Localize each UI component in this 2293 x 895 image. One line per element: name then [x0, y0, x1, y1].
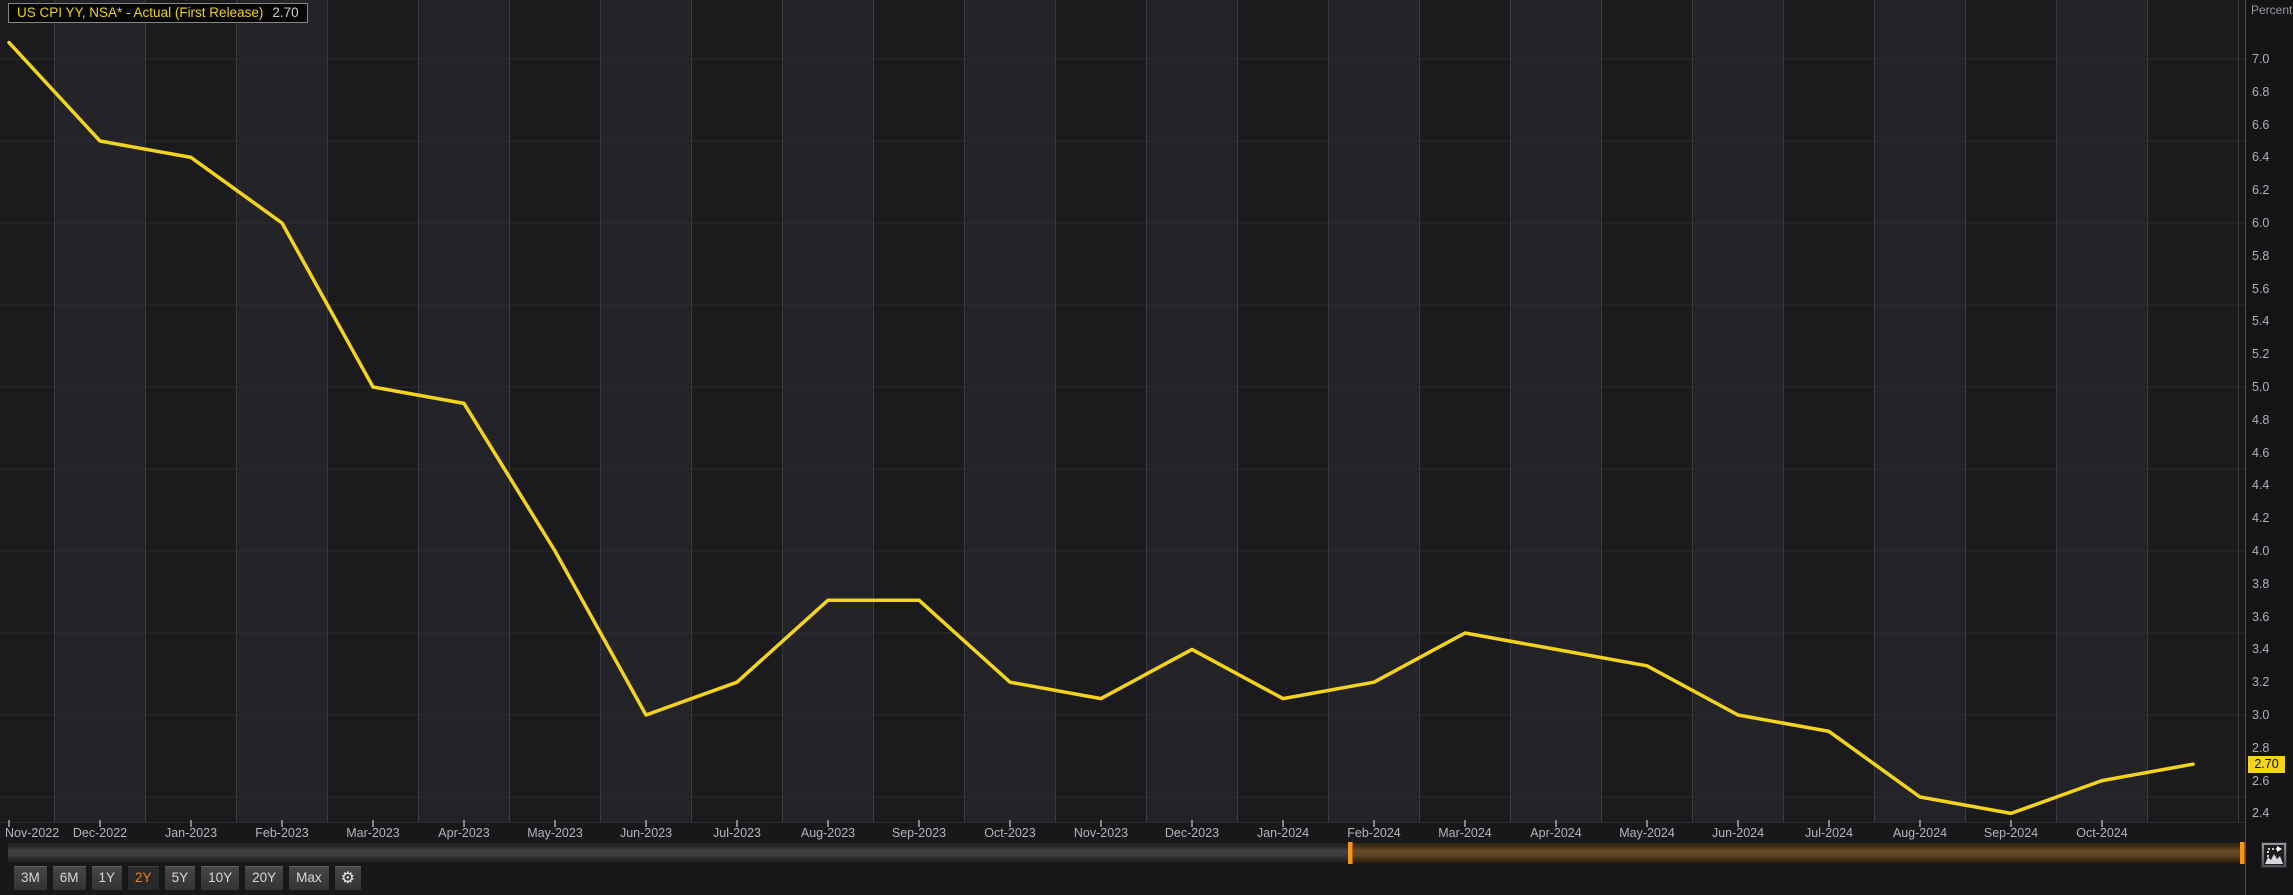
legend: US CPI YY, NSA* - Actual (First Release)… [8, 3, 308, 23]
y-axis-label: 5.6 [2252, 281, 2269, 297]
range-button-10y[interactable]: 10Y [200, 865, 240, 891]
y-axis-label: 3.4 [2252, 641, 2269, 657]
y-axis-label: 3.6 [2252, 609, 2269, 625]
timeline-scrollbar[interactable] [0, 842, 2293, 864]
x-axis-label: Oct-2024 [2076, 826, 2127, 840]
restore-chart-button[interactable] [2261, 842, 2287, 868]
x-axis-label: Jan-2024 [1257, 826, 1309, 840]
y-axis-label: 2.4 [2252, 805, 2269, 821]
y-axis-label: 6.6 [2252, 117, 2269, 133]
x-axis-label: Nov-2022 [5, 826, 59, 840]
range-button-3m[interactable]: 3M [13, 865, 48, 891]
x-axis-label: Oct-2023 [984, 826, 1035, 840]
y-axis-label: 6.0 [2252, 215, 2269, 231]
series-title: US CPI YY, NSA* - Actual (First Release) [17, 5, 263, 20]
y-axis-label: 7.0 [2252, 51, 2269, 67]
x-axis-label: Apr-2024 [1530, 826, 1581, 840]
y-axis-label: 4.4 [2252, 477, 2269, 493]
x-axis-label: Feb-2023 [255, 826, 309, 840]
x-axis-label: Sep-2024 [1984, 826, 2038, 840]
range-button-2y[interactable]: 2Y [127, 865, 160, 891]
x-axis-label: Mar-2024 [1438, 826, 1492, 840]
y-axis-label: 5.4 [2252, 313, 2269, 329]
y-axis-label: 5.2 [2252, 346, 2269, 362]
y-axis-label: 6.8 [2252, 84, 2269, 100]
series-latest-value: 2.70 [272, 5, 298, 20]
range-button-5y[interactable]: 5Y [164, 865, 197, 891]
scrollbar-left-handle[interactable] [1348, 842, 1353, 864]
y-axis-label: 2.6 [2252, 773, 2269, 789]
cpi-line-chart[interactable] [0, 0, 2245, 822]
x-axis-label: Aug-2024 [1893, 826, 1947, 840]
x-axis: Nov-2022 Dec-2022 Jan-2023 Feb-2023 Mar-2023… [0, 822, 2245, 842]
y-axis-label: 4.6 [2252, 445, 2269, 461]
x-axis-label: Sep-2023 [892, 826, 946, 840]
y-axis-label: 4.2 [2252, 510, 2269, 526]
x-axis-label: Feb-2024 [1347, 826, 1401, 840]
x-axis-label: Jun-2024 [1712, 826, 1764, 840]
range-button-6m[interactable]: 6M [52, 865, 87, 891]
x-axis-label: Jul-2023 [713, 826, 761, 840]
range-button-20y[interactable]: 20Y [244, 865, 284, 891]
range-toolbar: 3M6M1Y2Y5Y10Y20YMax⚙ [13, 864, 362, 891]
gear-icon[interactable]: ⚙ [334, 865, 362, 891]
chart-restore-icon [2264, 845, 2284, 865]
y-axis-label: 5.0 [2252, 379, 2269, 395]
scrollbar-right-handle[interactable] [2240, 842, 2245, 864]
x-axis-label: Dec-2023 [1165, 826, 1219, 840]
cpi-chart-window: US CPI YY, NSA* - Actual (First Release)… [0, 0, 2293, 895]
y-axis-label: 3.2 [2252, 674, 2269, 690]
y-axis-label: 4.0 [2252, 543, 2269, 559]
x-axis-label: Jun-2023 [620, 826, 672, 840]
x-axis-label: May-2023 [527, 826, 583, 840]
y-axis-label: 4.8 [2252, 412, 2269, 428]
y-axis-label: 3.0 [2252, 707, 2269, 723]
y-axis-label: 6.4 [2252, 149, 2269, 165]
x-axis-label: Jan-2023 [165, 826, 217, 840]
x-axis-label: Mar-2023 [346, 826, 400, 840]
current-value-tag: 2.70 [2248, 756, 2285, 773]
x-axis-label: May-2024 [1619, 826, 1675, 840]
y-axis-unit-label: Percent [2251, 3, 2292, 17]
range-button-1y[interactable]: 1Y [91, 865, 124, 891]
scrollbar-selected-range[interactable] [1350, 843, 2242, 863]
x-axis-label: Apr-2023 [438, 826, 489, 840]
plot-area[interactable]: US CPI YY, NSA* - Actual (First Release)… [0, 0, 2245, 823]
y-axis-label: 2.8 [2252, 740, 2269, 756]
y-axis-label: 6.2 [2252, 182, 2269, 198]
x-axis-label: Jul-2024 [1805, 826, 1853, 840]
y-axis-label: 3.8 [2252, 576, 2269, 592]
x-axis-label: Aug-2023 [801, 826, 855, 840]
x-axis-label: Dec-2022 [73, 826, 127, 840]
scrollbar-track[interactable] [8, 843, 1350, 863]
x-axis-label: Nov-2023 [1074, 826, 1128, 840]
y-axis-label: 5.8 [2252, 248, 2269, 264]
range-button-max[interactable]: Max [288, 865, 330, 891]
y-axis: Percent 7.0 6.8 6.6 6.4 6.2 6.0 5.8 5.6 5.4 5.2 5.… [2245, 0, 2293, 895]
